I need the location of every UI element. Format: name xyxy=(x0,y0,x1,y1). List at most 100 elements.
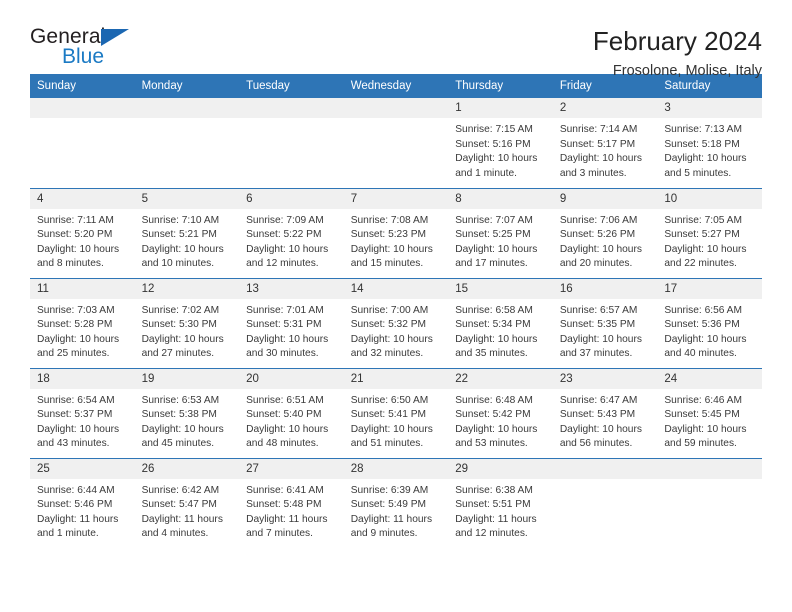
day-details: Sunrise: 6:50 AM Sunset: 5:41 PM Daylight:… xyxy=(344,389,449,452)
day-details: Sunrise: 6:47 AM Sunset: 5:43 PM Daylight:… xyxy=(553,389,658,452)
daylight-text: Daylight: 10 hours and 15 minutes. xyxy=(350,243,433,270)
sunrise-text: Sunrise: 6:46 AM xyxy=(664,394,742,406)
sunrise-text: Sunrise: 7:06 AM xyxy=(559,214,638,226)
day-details: Sunrise: 7:10 AM Sunset: 5:21 PM Daylight:… xyxy=(135,209,240,272)
sunset-text: Sunset: 5:18 PM xyxy=(664,138,740,150)
calendar-day-cell[interactable]: 26 Sunrise: 6:42 AM Sunset: 5:47 PM Dayligh… xyxy=(134,457,240,548)
day-details: Sunrise: 7:11 AM Sunset: 5:20 PM Daylight:… xyxy=(30,209,135,272)
day-number: 14 xyxy=(343,278,449,299)
day-number: 27 xyxy=(239,458,344,479)
calendar-day-cell[interactable]: 4 Sunrise: 7:11 AM Sunset: 5:20 PM Daylight… xyxy=(30,187,135,278)
calendar-day-cell[interactable]: 19 Sunrise: 6:53 AM Sunset: 5:38 PM Dayligh… xyxy=(134,367,240,458)
calendar-day-cell[interactable]: 9 Sunrise: 7:06 AM Sunset: 5:26 PM Daylight… xyxy=(552,187,658,278)
day-details: Sunrise: 6:46 AM Sunset: 5:45 PM Daylight:… xyxy=(657,389,762,452)
sunrise-text: Sunrise: 7:14 AM xyxy=(559,124,638,135)
day-details: Sunrise: 7:07 AM Sunset: 5:25 PM Daylight:… xyxy=(448,209,553,272)
day-details: Sunrise: 7:13 AM Sunset: 5:18 PM Daylight:… xyxy=(657,118,762,181)
day-number: 5 xyxy=(134,188,240,209)
day-number: 21 xyxy=(343,368,449,389)
logo-triangle-icon xyxy=(101,29,129,46)
daylight-text: Daylight: 10 hours and 53 minutes. xyxy=(455,423,538,450)
day-number: 28 xyxy=(343,458,449,479)
page-header: General Blue February 2024 Frosolone, Mo… xyxy=(30,0,762,79)
day-number: 4 xyxy=(30,188,135,209)
weekday-header-sunday: Sunday xyxy=(30,74,135,98)
daylight-text: Daylight: 10 hours and 25 minutes. xyxy=(37,333,120,360)
calendar-day-cell[interactable]: 24 Sunrise: 6:46 AM Sunset: 5:45 PM Dayligh… xyxy=(657,367,762,458)
calendar-day-cell[interactable]: 5 Sunrise: 7:10 AM Sunset: 5:21 PM Daylight… xyxy=(134,187,240,278)
calendar-day-cell[interactable]: 29 Sunrise: 6:38 AM Sunset: 5:51 PM Dayligh… xyxy=(448,457,553,548)
calendar-day-cell[interactable]: 7 Sunrise: 7:08 AM Sunset: 5:23 PM Daylight… xyxy=(343,187,449,278)
sunrise-text: Sunrise: 6:54 AM xyxy=(37,394,115,406)
day-details: Sunrise: 6:57 AM Sunset: 5:35 PM Daylight:… xyxy=(553,299,658,362)
day-number: 26 xyxy=(134,458,240,479)
daylight-text: Daylight: 10 hours and 45 minutes. xyxy=(141,423,224,450)
day-number: 11 xyxy=(30,278,135,299)
daylight-text: Daylight: 11 hours and 12 minutes. xyxy=(455,513,537,540)
sunset-text: Sunset: 5:42 PM xyxy=(455,409,531,421)
daylight-text: Daylight: 10 hours and 32 minutes. xyxy=(350,333,433,360)
calendar-day-cell[interactable]: 18 Sunrise: 6:54 AM Sunset: 5:37 PM Dayligh… xyxy=(30,367,135,458)
sunset-text: Sunset: 5:22 PM xyxy=(246,229,322,241)
daylight-text: Daylight: 10 hours and 51 minutes. xyxy=(350,423,433,450)
calendar-day-cell[interactable]: 17 Sunrise: 6:56 AM Sunset: 5:36 PM Dayligh… xyxy=(657,277,762,368)
day-details: Sunrise: 7:01 AM Sunset: 5:31 PM Daylight:… xyxy=(239,299,344,362)
sunset-text: Sunset: 5:38 PM xyxy=(141,409,217,421)
calendar-day-cell[interactable]: 6 Sunrise: 7:09 AM Sunset: 5:22 PM Daylight… xyxy=(239,187,344,278)
sunset-text: Sunset: 5:28 PM xyxy=(37,319,113,331)
calendar-day-cell[interactable]: 2 Sunrise: 7:14 AM Sunset: 5:17 PM Daylight… xyxy=(552,98,658,188)
general-blue-logo[interactable]: General Blue xyxy=(30,26,150,72)
sunset-text: Sunset: 5:17 PM xyxy=(559,138,636,150)
calendar-day-cell[interactable]: 15 Sunrise: 6:58 AM Sunset: 5:34 PM Dayligh… xyxy=(448,277,553,368)
daylight-text: Daylight: 10 hours and 59 minutes. xyxy=(664,423,747,450)
sunset-text: Sunset: 5:30 PM xyxy=(141,319,217,331)
calendar-day-cell[interactable]: 3 Sunrise: 7:13 AM Sunset: 5:18 PM Daylight… xyxy=(657,98,762,188)
sunrise-text: Sunrise: 6:42 AM xyxy=(141,484,220,496)
page-title: February 2024 xyxy=(592,26,762,56)
calendar-week-row: 4 Sunrise: 7:11 AM Sunset: 5:20 PM Daylight… xyxy=(30,187,762,278)
day-details: Sunrise: 6:56 AM Sunset: 5:36 PM Daylight:… xyxy=(657,299,762,362)
sunset-text: Sunset: 5:51 PM xyxy=(455,499,531,511)
calendar-day-cell[interactable]: 10 Sunrise: 7:05 AM Sunset: 5:27 PM Dayligh… xyxy=(657,187,762,278)
calendar-day-cell[interactable]: 8 Sunrise: 7:07 AM Sunset: 5:25 PM Daylight… xyxy=(448,187,553,278)
calendar-day-cell[interactable]: 28 Sunrise: 6:39 AM Sunset: 5:49 PM Dayligh… xyxy=(343,457,449,548)
calendar-day-cell[interactable]: 27 Sunrise: 6:41 AM Sunset: 5:48 PM Dayligh… xyxy=(239,457,344,548)
day-number xyxy=(552,458,658,479)
sunset-text: Sunset: 5:35 PM xyxy=(559,319,636,331)
calendar-day-cell[interactable]: 11 Sunrise: 7:03 AM Sunset: 5:28 PM Dayligh… xyxy=(30,277,135,368)
calendar-day-cell[interactable]: 20 Sunrise: 6:51 AM Sunset: 5:40 PM Dayligh… xyxy=(239,367,344,458)
sunrise-text: Sunrise: 6:53 AM xyxy=(141,394,220,406)
day-number xyxy=(134,98,240,118)
calendar-day-cell[interactable]: 12 Sunrise: 7:02 AM Sunset: 5:30 PM Dayligh… xyxy=(134,277,240,368)
day-number: 16 xyxy=(552,278,658,299)
calendar-day-cell[interactable]: 22 Sunrise: 6:48 AM Sunset: 5:42 PM Dayligh… xyxy=(448,367,553,458)
calendar-day-cell[interactable]: 13 Sunrise: 7:01 AM Sunset: 5:31 PM Dayligh… xyxy=(239,277,344,368)
day-number: 3 xyxy=(657,98,762,118)
sunset-text: Sunset: 5:45 PM xyxy=(664,409,740,421)
calendar-day-cell[interactable]: 23 Sunrise: 6:47 AM Sunset: 5:43 PM Dayligh… xyxy=(552,367,658,458)
daylight-text: Daylight: 10 hours and 10 minutes. xyxy=(141,243,224,270)
daylight-text: Daylight: 10 hours and 20 minutes. xyxy=(559,243,642,270)
sunrise-text: Sunrise: 7:02 AM xyxy=(141,304,220,316)
day-number: 1 xyxy=(448,98,553,118)
sunrise-text: Sunrise: 7:11 AM xyxy=(37,214,114,226)
day-details: Sunrise: 7:05 AM Sunset: 5:27 PM Daylight:… xyxy=(657,209,762,272)
sunset-text: Sunset: 5:47 PM xyxy=(141,499,217,511)
calendar-week-row: 11 Sunrise: 7:03 AM Sunset: 5:28 PM Dayligh… xyxy=(30,277,762,368)
calendar-day-cell[interactable]: 21 Sunrise: 6:50 AM Sunset: 5:41 PM Dayligh… xyxy=(343,367,449,458)
day-details: Sunrise: 6:42 AM Sunset: 5:47 PM Daylight:… xyxy=(135,479,240,542)
daylight-text: Daylight: 11 hours and 1 minute. xyxy=(37,513,119,540)
daylight-text: Daylight: 10 hours and 12 minutes. xyxy=(246,243,329,270)
sunset-text: Sunset: 5:23 PM xyxy=(350,229,427,241)
weekday-header-monday: Monday xyxy=(134,74,240,98)
day-number: 29 xyxy=(448,458,553,479)
daylight-text: Daylight: 10 hours and 27 minutes. xyxy=(141,333,224,360)
calendar-day-cell[interactable]: 1 Sunrise: 7:15 AM Sunset: 5:16 PM Daylight… xyxy=(448,98,553,188)
day-details: Sunrise: 6:51 AM Sunset: 5:40 PM Daylight:… xyxy=(239,389,344,452)
calendar-day-cell[interactable]: 14 Sunrise: 7:00 AM Sunset: 5:32 PM Dayligh… xyxy=(343,277,449,368)
sunset-text: Sunset: 5:48 PM xyxy=(246,499,322,511)
daylight-text: Daylight: 10 hours and 35 minutes. xyxy=(455,333,538,360)
calendar-day-cell[interactable]: 25 Sunrise: 6:44 AM Sunset: 5:46 PM Dayligh… xyxy=(30,457,135,548)
sunset-text: Sunset: 5:27 PM xyxy=(664,229,740,241)
calendar-day-cell[interactable]: 16 Sunrise: 6:57 AM Sunset: 5:35 PM Dayligh… xyxy=(552,277,658,368)
